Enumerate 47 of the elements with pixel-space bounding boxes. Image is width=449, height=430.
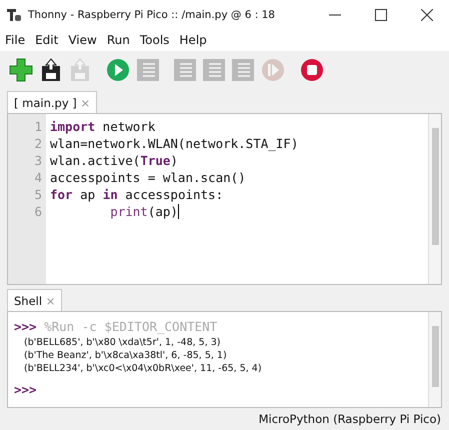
line-number: 2	[33, 135, 43, 152]
menu-item[interactable]: Tools	[140, 33, 170, 48]
floppy-disk-icon	[40, 58, 62, 82]
maximize-icon[interactable]	[375, 8, 387, 21]
shell-prompt: >>>	[14, 382, 37, 398]
stop-button[interactable]	[299, 57, 325, 84]
shell-tab[interactable]: Shell ×	[7, 289, 62, 312]
editor-tab[interactable]: [ main.py ] ×	[7, 91, 98, 114]
code-line: print(ap)	[110, 203, 180, 220]
line-number: 4	[33, 169, 43, 186]
menu-item[interactable]: View	[68, 33, 97, 48]
scrollbar[interactable]	[428, 312, 441, 407]
new-button[interactable]	[8, 57, 34, 84]
menu-item[interactable]: Edit	[35, 33, 58, 48]
shell-command: %Run -c $EDITOR_CONTENT	[44, 319, 218, 334]
close-icon[interactable]	[421, 8, 433, 21]
list-lines-icon	[174, 59, 196, 82]
stop-icon	[300, 58, 324, 82]
code-line: import network	[50, 118, 156, 136]
line-number: 3	[33, 152, 43, 170]
line-number: 5	[33, 186, 43, 204]
code-line: for ap in accesspoints:	[50, 186, 224, 204]
list-lines-icon	[232, 59, 254, 82]
floppy-disk-icon	[69, 58, 91, 82]
plus-icon	[9, 58, 33, 82]
shell-prompt: >>>	[14, 319, 37, 334]
interpreter-label[interactable]: MicroPython (Raspberry Pi Pico)	[258, 412, 441, 426]
play-icon	[106, 58, 130, 82]
line-number: 1	[33, 118, 43, 136]
shell-output: (b'BELL685', b'\x80 \xda\t5r', 1, -48, 5, 3)	[23, 336, 220, 350]
line-number: 6	[33, 203, 43, 220]
window-title: Thonny - Raspberry Pi Pico :: /main.py @ 6 : 18	[28, 8, 275, 21]
list-lines-icon	[137, 59, 159, 82]
menu-item[interactable]: Run	[106, 33, 130, 48]
shell-output: (b'The Beanz', b'\x8ca\xa38tl', 6, -85, 5, 1)	[23, 349, 227, 362]
save-button[interactable]	[39, 57, 63, 84]
scrollbar[interactable]	[428, 114, 441, 284]
code-line: wlan=network.WLAN(network.STA_IF)	[50, 135, 298, 152]
list-lines-icon	[203, 59, 225, 82]
menu-item[interactable]: Help	[179, 33, 207, 48]
menu-item[interactable]: File	[5, 33, 26, 48]
code-line: wlan.active(True)	[50, 152, 178, 170]
shell-output: (b'BELL234', b'\xc0<\x04\x0bR\xee', 11, -65, 5, 4)	[23, 362, 262, 376]
run-button[interactable]	[105, 57, 131, 84]
code-line: accesspoints = wlan.scan()	[50, 169, 246, 186]
app-logo-icon	[6, 6, 22, 23]
resume-icon	[261, 58, 285, 82]
